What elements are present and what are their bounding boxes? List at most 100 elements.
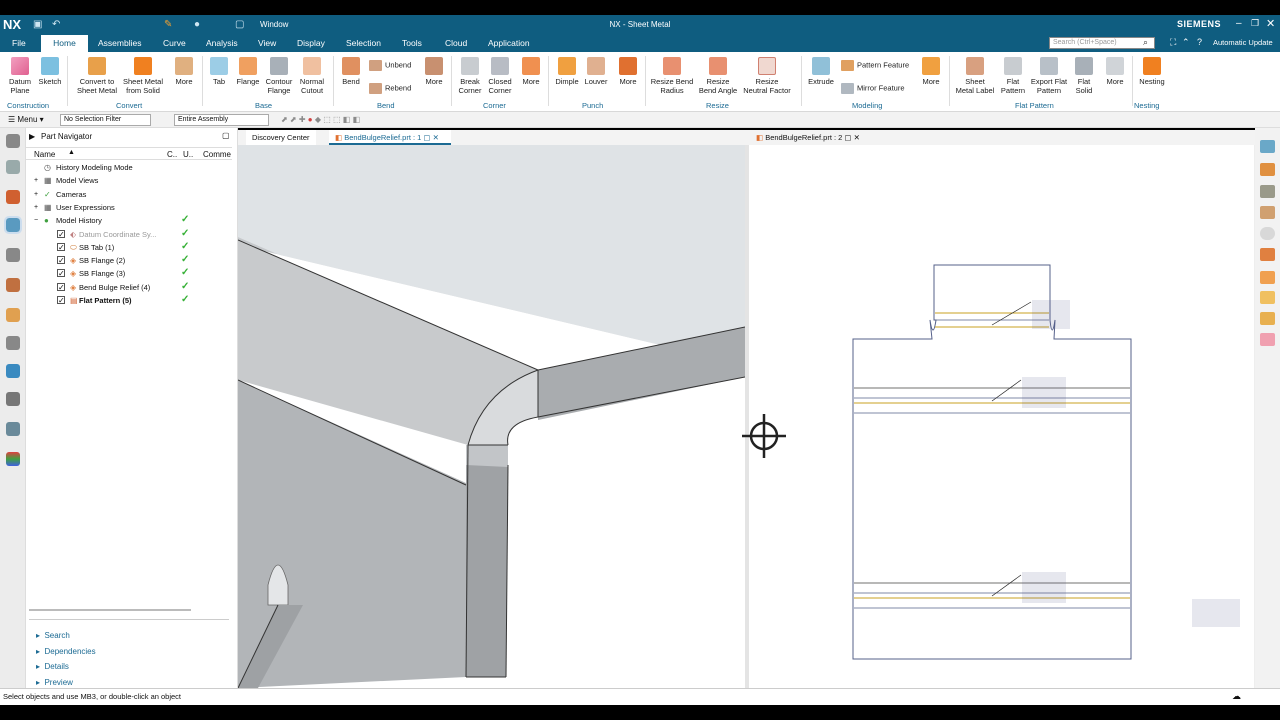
visibility-checkbox[interactable]: ✓ bbox=[57, 282, 65, 292]
navigator-pin-icon[interactable]: ▶ bbox=[29, 132, 35, 141]
contour-flange-button[interactable]: Contour Flange bbox=[263, 54, 295, 95]
flat-solid-button[interactable]: Flat Solid bbox=[1070, 54, 1098, 95]
tree-item[interactable]: ✓ ⬖ Datum Coordinate Sy... ✓ bbox=[26, 228, 232, 241]
group-flat-pattern[interactable]: Flat Pattern bbox=[1015, 101, 1054, 110]
expand-toggle-icon[interactable]: + bbox=[34, 201, 38, 214]
tree-item[interactable]: ✓ ▤ Flat Pattern (5) ✓ bbox=[26, 294, 232, 307]
tab-tools[interactable]: Tools bbox=[402, 38, 422, 48]
tab-file[interactable]: File bbox=[12, 38, 26, 48]
tab-part-1[interactable]: ◧ BendBulgeRelief.prt : 1 ▢ ✕ bbox=[329, 130, 451, 145]
roles-icon[interactable] bbox=[6, 422, 20, 436]
panel-search[interactable]: ▸ Search bbox=[36, 628, 96, 644]
sketch-button[interactable]: Sketch bbox=[36, 54, 64, 86]
panel-details[interactable]: ▸ Details bbox=[36, 659, 96, 675]
closed-corner-button[interactable]: Closed Corner bbox=[485, 54, 515, 95]
history-icon[interactable] bbox=[6, 336, 20, 350]
process-studio-icon[interactable] bbox=[6, 364, 20, 378]
convert-more-button[interactable]: More bbox=[170, 54, 198, 86]
tab-cloud[interactable]: Cloud bbox=[445, 38, 467, 48]
corner-more-button[interactable]: More bbox=[517, 54, 545, 86]
sphere-icon[interactable] bbox=[1260, 227, 1275, 240]
fullscreen-icon[interactable]: ⛶ bbox=[1170, 37, 1176, 48]
group-nesting[interactable]: Nesting bbox=[1134, 101, 1159, 110]
break-corner-button[interactable]: Break Corner bbox=[455, 54, 485, 95]
menu-button[interactable]: ☰ Menu ▾ bbox=[8, 115, 44, 124]
expand-toggle-icon[interactable]: + bbox=[34, 188, 38, 201]
assembly-navigator-icon[interactable] bbox=[6, 160, 20, 174]
column-name[interactable]: Name bbox=[34, 150, 55, 159]
group-construction[interactable]: Construction bbox=[7, 101, 49, 110]
flat-pattern-more-button[interactable]: More bbox=[1101, 54, 1129, 86]
group-corner[interactable]: Corner bbox=[483, 101, 506, 110]
constraint-navigator-icon[interactable] bbox=[6, 190, 20, 204]
graphics-window-3d[interactable] bbox=[238, 145, 745, 688]
tree-item[interactable]: ✓ ◈ SB Flange (3) ✓ bbox=[26, 267, 232, 280]
tab-analysis[interactable]: Analysis bbox=[206, 38, 238, 48]
tree-item[interactable]: ◷ History Modeling Mode bbox=[26, 161, 232, 174]
tab-button[interactable]: Tab bbox=[206, 54, 232, 86]
layer-icon[interactable] bbox=[1260, 271, 1275, 284]
cloud-icon[interactable]: ☁ bbox=[1232, 691, 1241, 702]
mirror-feature-button[interactable]: Mirror Feature bbox=[841, 83, 905, 94]
settings-icon[interactable] bbox=[6, 134, 20, 148]
tree-item[interactable]: ✓ ◈ SB Flange (2) ✓ bbox=[26, 254, 232, 267]
tab-application[interactable]: Application bbox=[488, 38, 530, 48]
tab-discovery-center[interactable]: Discovery Center bbox=[246, 130, 316, 145]
selection-tools-icons[interactable]: ⬈ ⬈ ✚ ● ◆ ⬚ ⬚ ◧ ◧ bbox=[281, 115, 360, 124]
expand-toggle-icon[interactable]: + bbox=[34, 174, 38, 187]
render-style-icon[interactable] bbox=[1260, 163, 1275, 176]
tab-view[interactable]: View bbox=[258, 38, 276, 48]
sort-ascending-icon[interactable]: ▲ bbox=[68, 149, 75, 156]
tree-item[interactable]: + ▦ User Expressions bbox=[26, 201, 232, 214]
restore-icon[interactable]: ❐ bbox=[1251, 18, 1259, 29]
horizontal-scrollbar[interactable] bbox=[29, 609, 191, 611]
group-base[interactable]: Base bbox=[255, 101, 272, 110]
part-navigator-icon[interactable] bbox=[4, 216, 22, 234]
column-c[interactable]: C.. bbox=[167, 150, 177, 159]
hd3d-tools-icon[interactable] bbox=[6, 278, 20, 292]
flange-button[interactable]: Flange bbox=[233, 54, 263, 86]
pattern-feature-button[interactable]: Pattern Feature bbox=[841, 60, 909, 71]
panel-dependencies[interactable]: ▸ Dependencies bbox=[36, 644, 96, 660]
tree-item[interactable]: + ▦ Model Views bbox=[26, 174, 232, 187]
search-input[interactable]: Search (Ctrl+Space) bbox=[1049, 37, 1155, 49]
tab-assemblies[interactable]: Assemblies bbox=[98, 38, 141, 48]
flat-pattern-button[interactable]: Flat Pattern bbox=[998, 54, 1028, 95]
datum-plane-button[interactable]: Datum Plane bbox=[4, 54, 36, 95]
group-bend[interactable]: Bend bbox=[377, 101, 395, 110]
help-icon[interactable]: ? bbox=[1197, 37, 1202, 47]
sheet-metal-label-button[interactable]: Sheet Metal Label bbox=[952, 54, 998, 95]
nesting-button[interactable]: Nesting bbox=[1136, 54, 1168, 86]
rebend-button[interactable]: Rebend bbox=[369, 83, 411, 94]
bend-more-button[interactable]: More bbox=[421, 54, 447, 86]
tab-display[interactable]: Display bbox=[297, 38, 325, 48]
convert-to-sheet-metal-button[interactable]: Convert to Sheet Metal bbox=[74, 54, 120, 95]
tree-item[interactable]: − ● Model History ✓ bbox=[26, 214, 232, 227]
view-fit-icon[interactable] bbox=[1260, 185, 1275, 198]
maximize-icon[interactable]: ▢ bbox=[222, 131, 230, 140]
resize-bend-radius-button[interactable]: Resize Bend Radius bbox=[649, 54, 695, 95]
visibility-checkbox[interactable]: ✓ bbox=[57, 242, 65, 252]
tab-curve[interactable]: Curve bbox=[163, 38, 186, 48]
modeling-more-button[interactable]: More bbox=[917, 54, 945, 86]
extrude-button[interactable]: Extrude bbox=[806, 54, 836, 86]
tab-part-2[interactable]: ◧ BendBulgeRelief.prt : 2 ▢ ✕ bbox=[750, 130, 874, 145]
diamond-icon[interactable] bbox=[1260, 333, 1275, 346]
normal-cutout-button[interactable]: Normal Cutout bbox=[296, 54, 328, 95]
bend-button[interactable]: Bend bbox=[338, 54, 364, 86]
system-scenes-icon[interactable] bbox=[6, 452, 20, 466]
resize-bend-angle-button[interactable]: Resize Bend Angle bbox=[695, 54, 741, 95]
snap-icon[interactable] bbox=[1260, 248, 1275, 261]
chevron-up-icon[interactable]: ⌃ bbox=[1182, 37, 1190, 48]
resize-neutral-factor-button[interactable]: Resize Neutral Factor bbox=[741, 54, 793, 95]
view-section-icon[interactable] bbox=[1260, 206, 1275, 219]
dimple-button[interactable]: Dimple bbox=[553, 54, 581, 86]
view-orient-icon[interactable] bbox=[1260, 140, 1275, 153]
expand-toggle-icon[interactable]: − bbox=[34, 214, 38, 227]
visibility-checkbox[interactable]: ✓ bbox=[57, 296, 65, 305]
group-resize[interactable]: Resize bbox=[706, 101, 729, 110]
graphics-window-flat-pattern[interactable] bbox=[749, 145, 1255, 688]
unbend-button[interactable]: Unbend bbox=[369, 60, 411, 71]
selection-filter-dropdown[interactable]: No Selection Filter bbox=[60, 114, 151, 126]
scope-dropdown[interactable]: Entire Assembly bbox=[174, 114, 269, 126]
